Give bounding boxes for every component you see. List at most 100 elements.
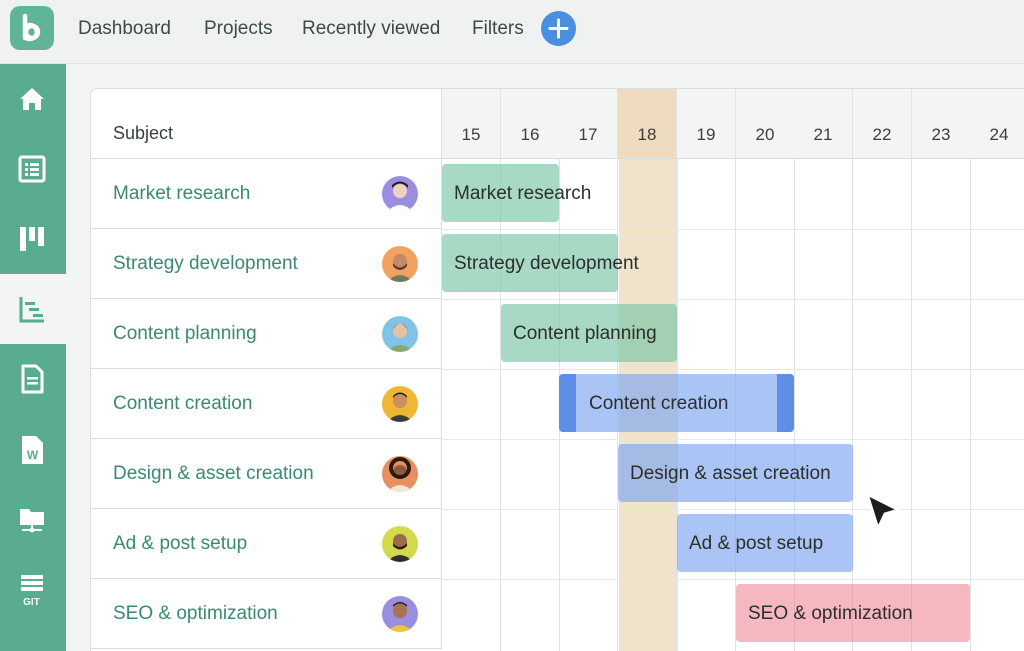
sidebar-item-board[interactable] bbox=[0, 204, 66, 274]
gantt-bar[interactable]: Content planning bbox=[501, 304, 677, 362]
table-row[interactable]: SEO & optimization bbox=[91, 579, 442, 649]
sidebar-item-list[interactable] bbox=[0, 134, 66, 204]
task-subject[interactable]: Strategy development bbox=[113, 253, 298, 275]
day-header-18[interactable]: 18 bbox=[618, 89, 677, 159]
gantt-bar[interactable]: Market research bbox=[442, 164, 591, 222]
gantt-bar[interactable]: Content creation bbox=[559, 374, 794, 432]
day-number: 23 bbox=[931, 125, 951, 144]
git-icon: GIT bbox=[21, 575, 43, 607]
day-header-16[interactable]: 16 bbox=[501, 89, 560, 159]
assignee-avatar[interactable] bbox=[382, 596, 418, 632]
home-icon bbox=[20, 88, 44, 110]
day-number: 22 bbox=[872, 125, 892, 144]
top-bar: Dashboard Projects Recently viewed Filte… bbox=[0, 0, 1024, 64]
day-number: 18 bbox=[637, 125, 657, 144]
plus-icon bbox=[548, 18, 569, 39]
nav-projects[interactable]: Projects bbox=[204, 18, 273, 40]
day-column bbox=[912, 89, 971, 651]
row-divider bbox=[442, 299, 1024, 300]
task-subject[interactable]: Content creation bbox=[113, 393, 252, 415]
table-row[interactable]: Market research bbox=[91, 159, 442, 229]
gantt-bar-label: Ad & post setup bbox=[689, 533, 824, 554]
sidebar-item-repository[interactable]: GIT bbox=[0, 554, 66, 624]
gantt-bar[interactable]: Design & asset creation bbox=[618, 444, 853, 502]
task-subject[interactable]: Design & asset creation bbox=[113, 463, 314, 485]
sidebar-item-wiki[interactable]: W bbox=[0, 414, 66, 484]
table-row[interactable]: Design & asset creation bbox=[91, 439, 442, 509]
gantt-bar[interactable]: Strategy development bbox=[442, 234, 639, 292]
subject-header-label: Subject bbox=[113, 123, 174, 143]
assignee-avatar[interactable] bbox=[382, 526, 418, 562]
row-divider bbox=[442, 509, 1024, 510]
day-header-22[interactable]: 22 bbox=[853, 89, 912, 159]
task-subject[interactable]: Content planning bbox=[113, 323, 257, 345]
day-header-23[interactable]: 23 bbox=[912, 89, 971, 159]
task-subject[interactable]: Ad & post setup bbox=[113, 533, 247, 555]
assignee-avatar[interactable] bbox=[382, 176, 418, 212]
document-icon bbox=[21, 364, 44, 394]
gantt-bar-label: SEO & optimization bbox=[748, 603, 913, 624]
sidebar-item-gantt[interactable] bbox=[0, 274, 66, 344]
nav-filters[interactable]: Filters bbox=[472, 18, 524, 40]
list-icon bbox=[18, 155, 46, 183]
assignee-avatar[interactable] bbox=[382, 316, 418, 352]
row-divider bbox=[442, 579, 1024, 580]
day-column bbox=[853, 89, 912, 651]
resize-handle-start[interactable] bbox=[559, 374, 576, 432]
gantt-icon bbox=[19, 297, 44, 323]
app-logo[interactable] bbox=[10, 6, 54, 50]
day-header-19[interactable]: 19 bbox=[677, 89, 736, 159]
word-file-icon: W bbox=[22, 436, 43, 464]
day-header-20[interactable]: 20 bbox=[736, 89, 795, 159]
row-divider bbox=[442, 439, 1024, 440]
day-column bbox=[618, 89, 677, 651]
task-subject[interactable]: SEO & optimization bbox=[113, 603, 278, 625]
row-divider bbox=[442, 369, 1024, 370]
table-row[interactable]: Content creation bbox=[91, 369, 442, 439]
board-icon bbox=[20, 227, 44, 251]
nav-dashboard[interactable]: Dashboard bbox=[78, 18, 171, 40]
day-number: 17 bbox=[578, 125, 598, 144]
assignee-avatar[interactable] bbox=[382, 456, 418, 492]
gantt-bar-label: Content creation bbox=[589, 393, 729, 414]
day-header-24[interactable]: 24 bbox=[970, 89, 1024, 159]
day-number: 16 bbox=[520, 125, 540, 144]
day-number: 24 bbox=[989, 125, 1009, 144]
table-row[interactable]: Content planning bbox=[91, 299, 442, 369]
gantt-bar-label: Design & asset creation bbox=[630, 463, 831, 484]
sidebar-item-documents[interactable] bbox=[0, 344, 66, 414]
day-header-15[interactable]: 15 bbox=[442, 89, 501, 159]
day-header-17[interactable]: 17 bbox=[559, 89, 618, 159]
sidebar-item-files[interactable] bbox=[0, 484, 66, 554]
gantt-bar-label: Strategy development bbox=[454, 253, 639, 274]
day-header-21[interactable]: 21 bbox=[794, 89, 853, 159]
day-number: 15 bbox=[461, 125, 481, 144]
day-number: 19 bbox=[696, 125, 716, 144]
gantt-bar-label: Content planning bbox=[513, 323, 657, 344]
gantt-bar[interactable]: Ad & post setup bbox=[677, 514, 853, 572]
day-number: 21 bbox=[813, 125, 833, 144]
assignee-avatar[interactable] bbox=[382, 386, 418, 422]
gantt-panel: 15 16 17 18 19 20 21 22 23 24 Subject Market rese… bbox=[90, 88, 1024, 651]
add-button[interactable] bbox=[541, 11, 576, 46]
folder-network-icon bbox=[20, 509, 44, 533]
day-number: 20 bbox=[755, 125, 775, 144]
word-glyph: W bbox=[27, 448, 39, 462]
gantt-bar[interactable]: SEO & optimization bbox=[736, 584, 970, 642]
day-column bbox=[970, 89, 1024, 651]
mouse-cursor-icon bbox=[865, 492, 901, 531]
task-subject[interactable]: Market research bbox=[113, 183, 250, 205]
nav-recently-viewed[interactable]: Recently viewed bbox=[302, 18, 440, 40]
table-row[interactable]: Strategy development bbox=[91, 229, 442, 299]
subject-column-header[interactable]: Subject bbox=[91, 89, 442, 159]
git-glyph: GIT bbox=[23, 597, 40, 607]
sidebar-item-home[interactable] bbox=[0, 64, 66, 134]
assignee-avatar[interactable] bbox=[382, 246, 418, 282]
day-column bbox=[559, 89, 618, 651]
resize-handle-end[interactable] bbox=[777, 374, 794, 432]
logo-icon bbox=[22, 13, 41, 42]
gantt-bar-label: Market research bbox=[454, 183, 592, 204]
table-row[interactable]: Ad & post setup bbox=[91, 509, 442, 579]
sidebar: W GIT bbox=[0, 64, 66, 651]
row-divider bbox=[442, 229, 1024, 230]
